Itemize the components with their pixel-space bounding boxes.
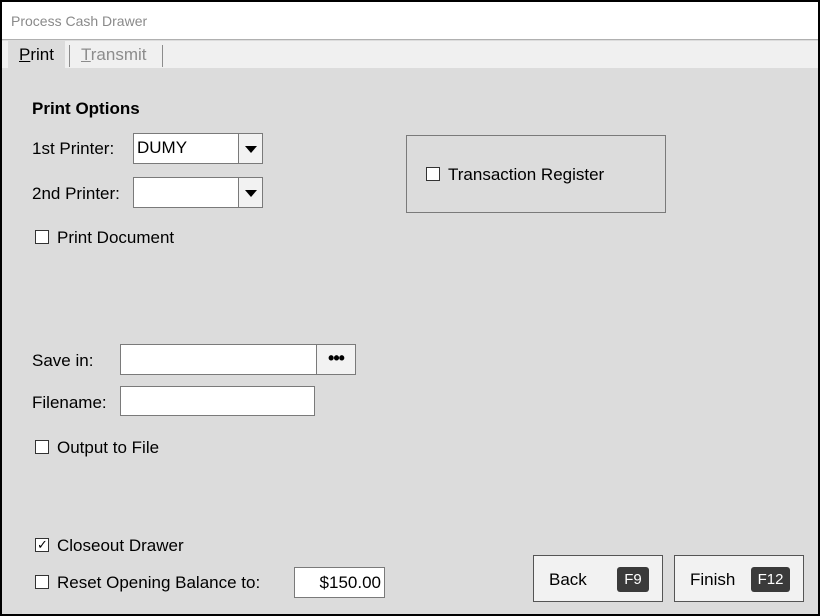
closeout-drawer-label: Closeout Drawer [57, 536, 184, 555]
chevron-down-icon[interactable] [238, 134, 262, 163]
checkbox-box[interactable] [426, 167, 440, 181]
tab-transmit[interactable]: Transmit [70, 41, 158, 68]
check-icon: ✓ [37, 537, 48, 552]
back-button-label: Back [549, 570, 587, 589]
printer2-select[interactable] [133, 177, 263, 208]
tab-transmit-accel: T [81, 45, 91, 64]
save-in-label: Save in: [32, 351, 94, 370]
printer1-value: DUMY [137, 138, 188, 157]
output-to-file-label: Output to File [57, 438, 160, 457]
checkbox-box[interactable] [35, 575, 49, 589]
opening-balance-input[interactable]: $150.00 [294, 567, 385, 598]
closeout-drawer-checkbox[interactable]: ✓ Closeout Drawer [35, 536, 215, 556]
back-button[interactable]: Back F9 [533, 555, 663, 602]
printer2-label: 2nd Printer: [32, 184, 120, 203]
printer1-label: 1st Printer: [32, 139, 115, 158]
reset-balance-label: Reset Opening Balance to: [57, 573, 261, 592]
print-document-label: Print Document [57, 228, 175, 247]
chevron-down-icon[interactable] [238, 178, 262, 207]
tab-print-label: rint [30, 45, 54, 64]
tab-bar: Print Transmit [2, 41, 818, 68]
tab-print[interactable]: Print [8, 41, 65, 68]
reset-balance-checkbox[interactable]: Reset Opening Balance to: [35, 573, 285, 593]
checkbox-box[interactable]: ✓ [35, 537, 49, 552]
printer1-select[interactable]: DUMY [133, 133, 263, 164]
filename-input[interactable] [120, 386, 315, 416]
window-title: Process Cash Drawer [11, 13, 148, 29]
finish-button[interactable]: Finish F12 [674, 555, 804, 602]
tab-transmit-label: ransmit [90, 45, 147, 64]
checkbox-box[interactable] [35, 440, 49, 454]
browse-button[interactable]: ••• [316, 344, 356, 375]
filename-label: Filename: [32, 393, 107, 412]
print-document-checkbox[interactable]: Print Document [35, 228, 195, 248]
print-options-title: Print Options [32, 99, 140, 118]
transaction-register-checkbox[interactable]: Transaction Register [426, 165, 646, 185]
tab-separator [162, 45, 163, 67]
output-to-file-checkbox[interactable]: Output to File [35, 438, 195, 458]
transaction-register-label: Transaction Register [448, 165, 605, 184]
register-groupbox: Transaction Register [406, 135, 666, 213]
dialog-window: Process Cash Drawer Print Transmit Print… [0, 0, 820, 616]
checkbox-box[interactable] [35, 230, 49, 244]
finish-button-label: Finish [690, 570, 736, 589]
back-shortcut-badge: F9 [617, 567, 649, 592]
title-bar: Process Cash Drawer [2, 2, 818, 40]
finish-shortcut-badge: F12 [751, 567, 790, 592]
save-in-input[interactable] [120, 344, 317, 375]
tab-print-accel: P [19, 45, 31, 64]
